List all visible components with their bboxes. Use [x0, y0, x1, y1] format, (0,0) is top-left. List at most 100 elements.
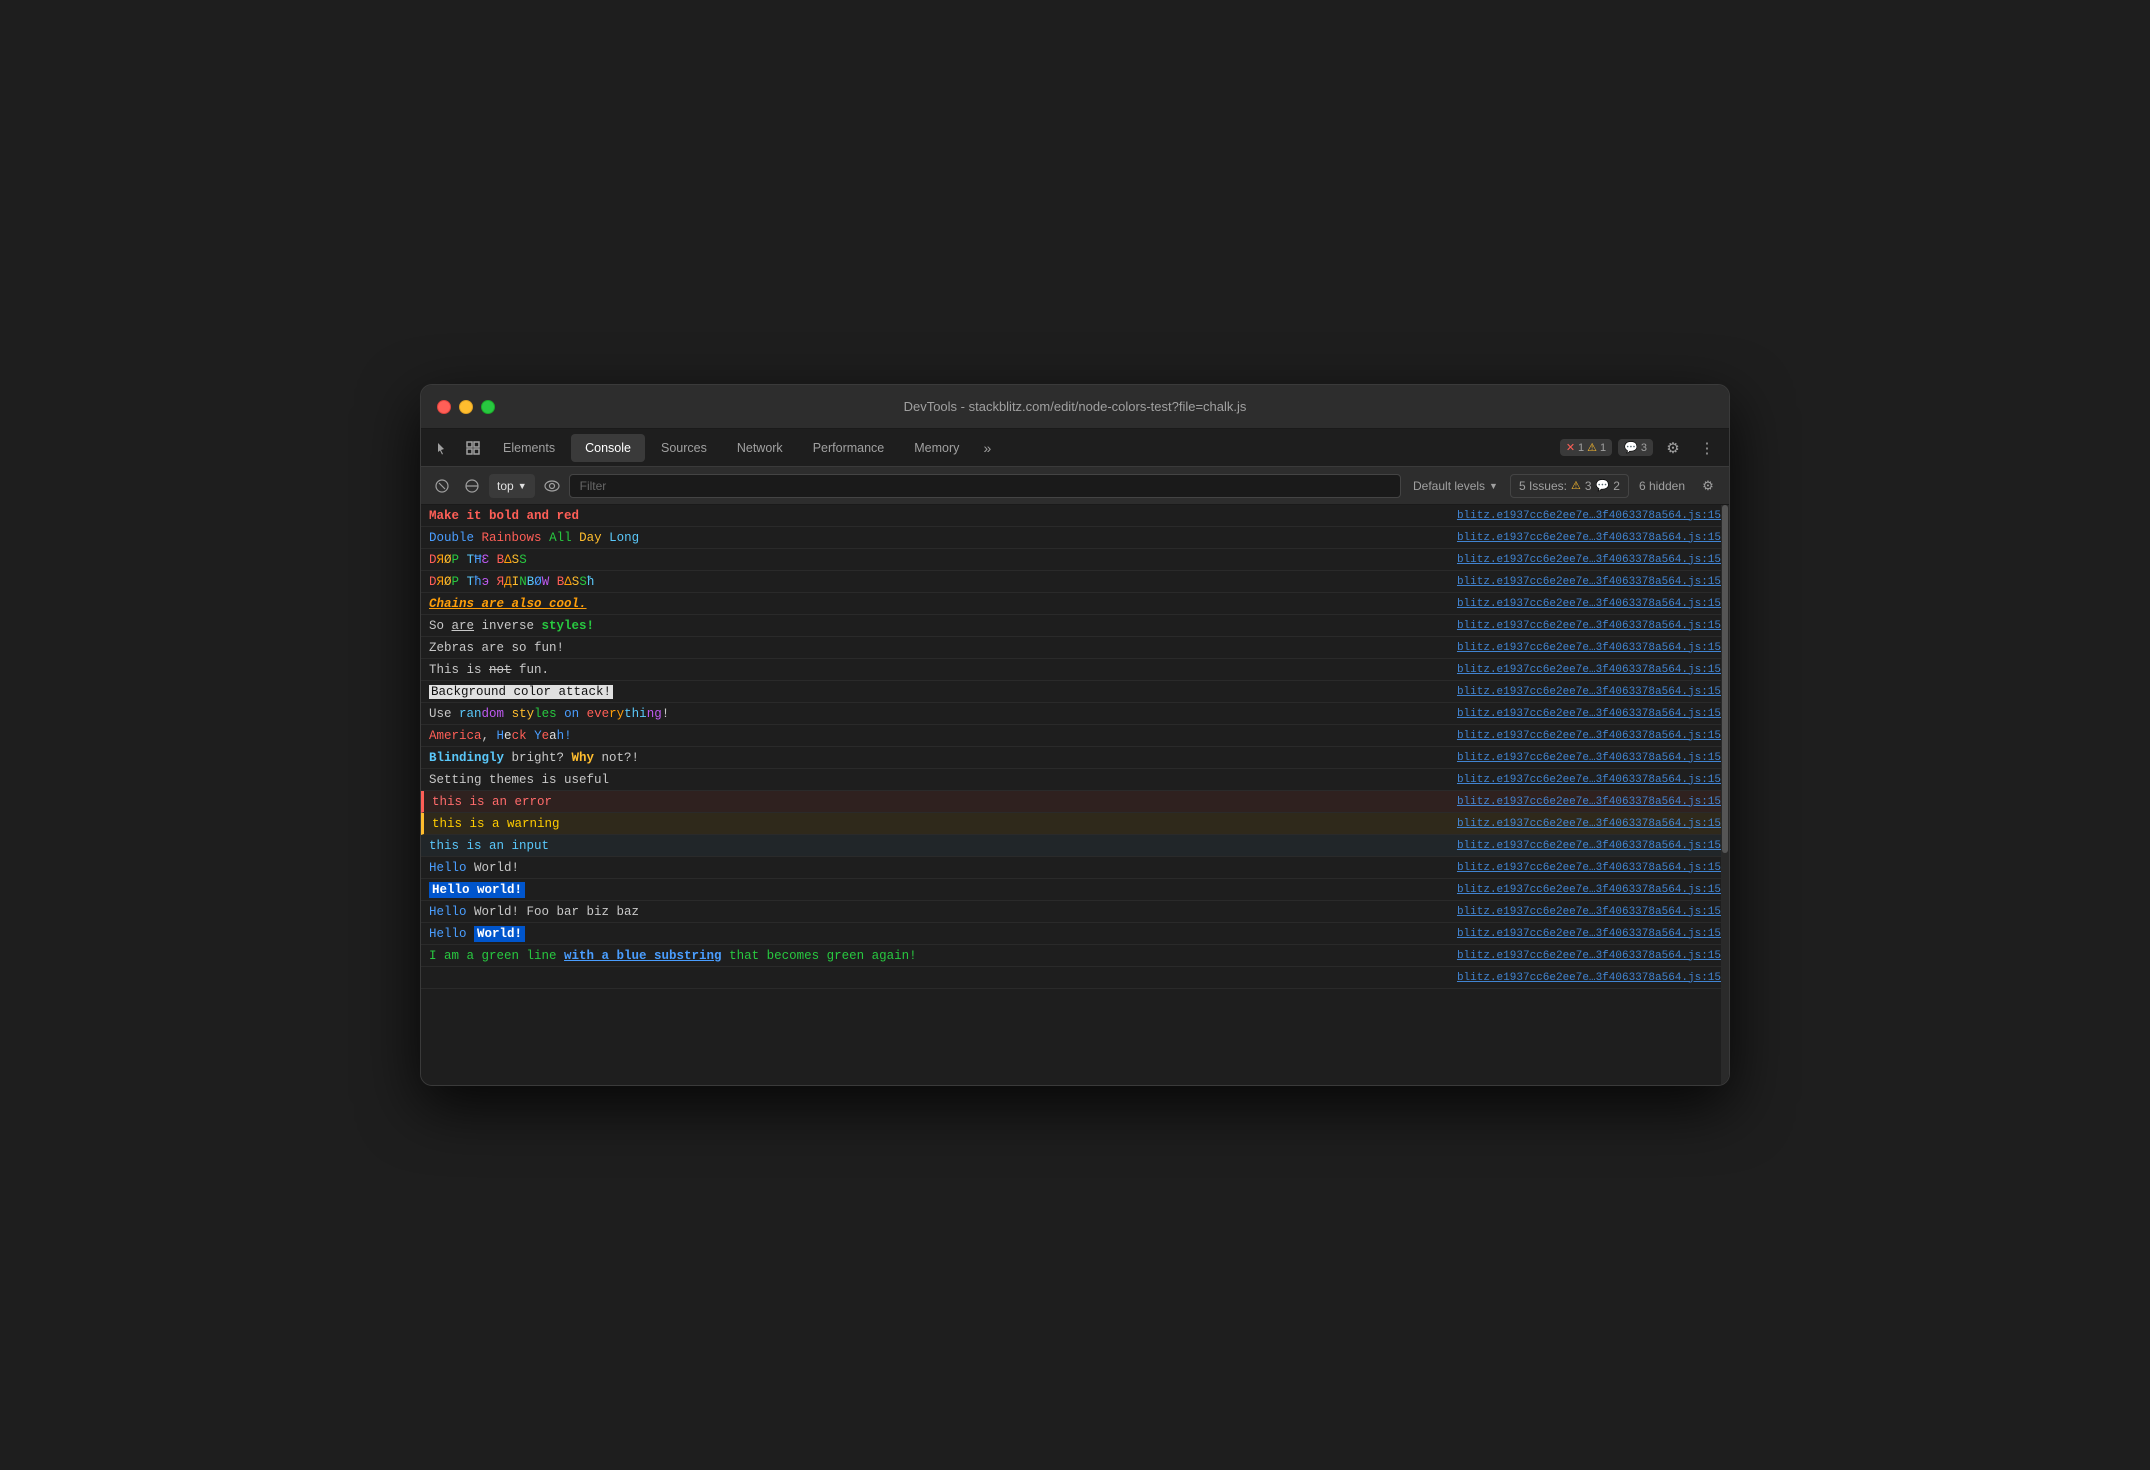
console-source[interactable]: blitz.e1937cc6e2ee7e…3f4063378a564.js:15: [1457, 950, 1721, 962]
console-source[interactable]: blitz.e1937cc6e2ee7e…3f4063378a564.js:15: [1457, 928, 1721, 940]
settings-icon[interactable]: ⚙: [1659, 434, 1687, 462]
issues-message-icon: 💬: [1596, 479, 1610, 492]
console-source[interactable]: blitz.e1937cc6e2ee7e…3f4063378a564.js:15: [1457, 642, 1721, 654]
console-row: DЯØP Tħэ ЯДІNBØW BΔSSħ blitz.e1937cc6e2e…: [421, 571, 1729, 593]
tab-sources[interactable]: Sources: [647, 434, 721, 462]
console-message: Hello World!: [429, 927, 1441, 941]
console-message: Hello world!: [429, 883, 1441, 897]
console-row: blitz.e1937cc6e2ee7e…3f4063378a564.js:15: [421, 967, 1729, 989]
console-message: Chains are also cool.: [429, 597, 1441, 611]
console-row-error: this is an error blitz.e1937cc6e2ee7e…3f…: [421, 791, 1729, 813]
tab-console[interactable]: Console: [571, 434, 645, 462]
scrollbar[interactable]: [1721, 505, 1729, 1085]
console-message: Background color attack!: [429, 685, 1441, 699]
console-row: Blindingly bright? Why not?! blitz.e1937…: [421, 747, 1729, 769]
console-source[interactable]: blitz.e1937cc6e2ee7e…3f4063378a564.js:15: [1457, 730, 1721, 742]
console-message: this is an input: [429, 839, 1441, 853]
top-frame-selector[interactable]: top ▼: [489, 474, 535, 498]
console-row: America, Heck Yeah! blitz.e1937cc6e2ee7e…: [421, 725, 1729, 747]
console-message: Use random styles on everything!: [429, 707, 1441, 721]
warning-icon: ⚠: [1587, 441, 1597, 454]
tabs-bar: Elements Console Sources Network Perform…: [421, 429, 1729, 467]
block-icon[interactable]: [459, 473, 485, 499]
issues-badge[interactable]: 5 Issues: ⚠ 3 💬 2: [1510, 474, 1629, 498]
console-toolbar: top ▼ Default levels ▼ 5 Issues: ⚠ 3 💬 2…: [421, 467, 1729, 505]
devtools-window: DevTools - stackblitz.com/edit/node-colo…: [420, 384, 1730, 1086]
levels-dropdown[interactable]: Default levels ▼: [1405, 474, 1506, 498]
console-source[interactable]: blitz.e1937cc6e2ee7e…3f4063378a564.js:15: [1457, 598, 1721, 610]
console-row: Hello World! Foo bar biz baz blitz.e1937…: [421, 901, 1729, 923]
window-title: DevTools - stackblitz.com/edit/node-colo…: [904, 399, 1247, 414]
console-output[interactable]: Make it bold and red blitz.e1937cc6e2ee7…: [421, 505, 1729, 1085]
console-row: DЯØP TĦƐ BΔSS blitz.e1937cc6e2ee7e…3f406…: [421, 549, 1729, 571]
console-message: DЯØP TĦƐ BΔSS: [429, 553, 1441, 567]
issues-warning-icon: ⚠: [1571, 479, 1581, 492]
console-row: Setting themes is useful blitz.e1937cc6e…: [421, 769, 1729, 791]
tabs-more-button[interactable]: »: [975, 436, 999, 460]
tab-network[interactable]: Network: [723, 434, 797, 462]
minimize-button[interactable]: [459, 400, 473, 414]
tab-elements[interactable]: Elements: [489, 434, 569, 462]
console-source[interactable]: blitz.e1937cc6e2ee7e…3f4063378a564.js:15: [1457, 906, 1721, 918]
titlebar: DevTools - stackblitz.com/edit/node-colo…: [421, 385, 1729, 429]
tabs-right-controls: ✕ 1 ⚠ 1 💬 3 ⚙ ⋮: [1560, 434, 1721, 462]
cursor-icon[interactable]: [429, 434, 457, 462]
console-row: Double Rainbows All Day Long blitz.e1937…: [421, 527, 1729, 549]
clear-console-icon[interactable]: [429, 473, 455, 499]
console-source[interactable]: blitz.e1937cc6e2ee7e…3f4063378a564.js:15: [1457, 796, 1721, 808]
console-row: Zebras are so fun! blitz.e1937cc6e2ee7e……: [421, 637, 1729, 659]
console-message: Zebras are so fun!: [429, 641, 1441, 655]
console-row-warning: this is a warning blitz.e1937cc6e2ee7e…3…: [421, 813, 1729, 835]
console-source[interactable]: blitz.e1937cc6e2ee7e…3f4063378a564.js:15: [1457, 576, 1721, 588]
more-options-icon[interactable]: ⋮: [1693, 434, 1721, 462]
console-source[interactable]: blitz.e1937cc6e2ee7e…3f4063378a564.js:15: [1457, 972, 1721, 984]
console-source[interactable]: blitz.e1937cc6e2ee7e…3f4063378a564.js:15: [1457, 532, 1721, 544]
eye-icon[interactable]: [539, 473, 565, 499]
console-source[interactable]: blitz.e1937cc6e2ee7e…3f4063378a564.js:15: [1457, 818, 1721, 830]
issues-settings-icon[interactable]: ⚙: [1695, 473, 1721, 499]
console-source[interactable]: blitz.e1937cc6e2ee7e…3f4063378a564.js:15: [1457, 884, 1721, 896]
traffic-lights: [437, 400, 495, 414]
console-message: I am a green line with a blue substring …: [429, 949, 1441, 963]
console-source[interactable]: blitz.e1937cc6e2ee7e…3f4063378a564.js:15: [1457, 664, 1721, 676]
console-row: This is not fun. blitz.e1937cc6e2ee7e…3f…: [421, 659, 1729, 681]
console-message: So are inverse styles!: [429, 619, 1441, 633]
console-source[interactable]: blitz.e1937cc6e2ee7e…3f4063378a564.js:15: [1457, 708, 1721, 720]
console-message: this is an error: [432, 795, 1441, 809]
tab-performance[interactable]: Performance: [799, 434, 899, 462]
console-message: DЯØP Tħэ ЯДІNBØW BΔSSħ: [429, 575, 1441, 589]
console-source[interactable]: blitz.e1937cc6e2ee7e…3f4063378a564.js:15: [1457, 774, 1721, 786]
console-row-input: this is an input blitz.e1937cc6e2ee7e…3f…: [421, 835, 1729, 857]
console-message: Blindingly bright? Why not?!: [429, 751, 1441, 765]
console-source[interactable]: blitz.e1937cc6e2ee7e…3f4063378a564.js:15: [1457, 862, 1721, 874]
console-message: Double Rainbows All Day Long: [429, 531, 1441, 545]
chevron-down-icon: ▼: [1489, 481, 1498, 491]
console-source[interactable]: blitz.e1937cc6e2ee7e…3f4063378a564.js:15: [1457, 554, 1721, 566]
scrollbar-thumb[interactable]: [1722, 505, 1728, 853]
console-source[interactable]: blitz.e1937cc6e2ee7e…3f4063378a564.js:15: [1457, 686, 1721, 698]
console-row: Hello world! blitz.e1937cc6e2ee7e…3f4063…: [421, 879, 1729, 901]
tab-memory[interactable]: Memory: [900, 434, 973, 462]
console-message: This is not fun.: [429, 663, 1441, 677]
console-message: Hello World!: [429, 861, 1441, 875]
console-row: Hello World! blitz.e1937cc6e2ee7e…3f4063…: [421, 857, 1729, 879]
console-source[interactable]: blitz.e1937cc6e2ee7e…3f4063378a564.js:15: [1457, 752, 1721, 764]
console-row: I am a green line with a blue substring …: [421, 945, 1729, 967]
console-row: Hello World! blitz.e1937cc6e2ee7e…3f4063…: [421, 923, 1729, 945]
inspect-icon[interactable]: [459, 434, 487, 462]
info-badge[interactable]: 💬 3: [1618, 439, 1653, 456]
console-source[interactable]: blitz.e1937cc6e2ee7e…3f4063378a564.js:15: [1457, 840, 1721, 852]
console-source[interactable]: blitz.e1937cc6e2ee7e…3f4063378a564.js:15: [1457, 620, 1721, 632]
console-message: Make it bold and red: [429, 509, 1441, 523]
fullscreen-button[interactable]: [481, 400, 495, 414]
error-icon: ✕: [1566, 441, 1575, 454]
chevron-down-icon: ▼: [518, 481, 527, 491]
filter-input[interactable]: [569, 474, 1401, 498]
console-message: Hello World! Foo bar biz baz: [429, 905, 1441, 919]
console-row: Chains are also cool. blitz.e1937cc6e2ee…: [421, 593, 1729, 615]
close-button[interactable]: [437, 400, 451, 414]
console-source[interactable]: blitz.e1937cc6e2ee7e…3f4063378a564.js:15: [1457, 510, 1721, 522]
console-row: Background color attack! blitz.e1937cc6e…: [421, 681, 1729, 703]
error-badge[interactable]: ✕ 1 ⚠ 1: [1560, 439, 1612, 456]
hidden-count: 6 hidden: [1633, 477, 1691, 495]
